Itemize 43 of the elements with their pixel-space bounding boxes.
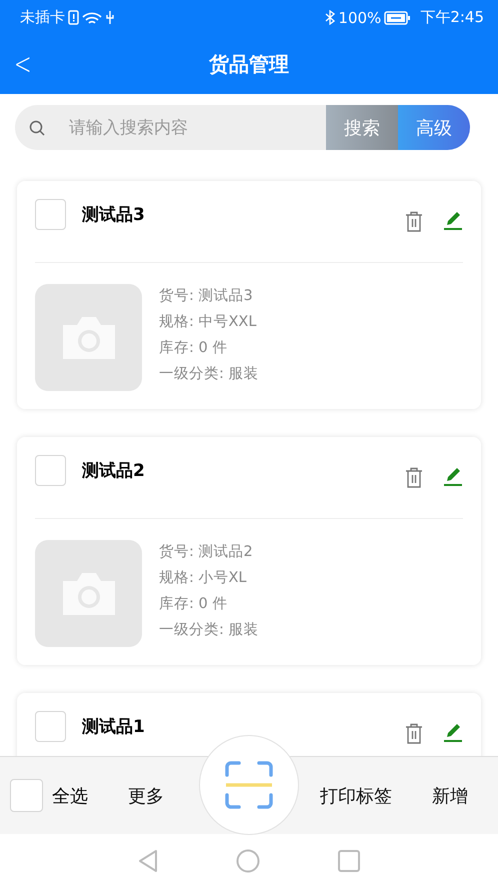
recents-nav-icon[interactable]	[338, 850, 360, 872]
trash-icon[interactable]	[405, 467, 423, 489]
item-detail: 规格: 小号XL	[159, 569, 248, 587]
print-label-button[interactable]: 打印标签	[320, 784, 392, 808]
search-icon	[29, 120, 45, 136]
item-detail: 规格: 中号XXL	[159, 313, 258, 331]
clock-text: 下午2:45	[420, 8, 484, 27]
item-name: 测试品1	[82, 716, 146, 738]
item-name: 测试品3	[82, 204, 146, 226]
add-button[interactable]: 新增	[432, 784, 468, 808]
edit-icon[interactable]	[443, 723, 463, 743]
back-button[interactable]: <	[0, 47, 42, 82]
usb-icon	[105, 10, 115, 25]
battery-text: 100%	[338, 8, 382, 26]
scan-icon	[225, 761, 273, 809]
select-all-label[interactable]: 全选	[52, 784, 88, 808]
item-detail: 一级分类: 服装	[159, 365, 258, 383]
trash-icon[interactable]	[405, 723, 423, 745]
checkbox[interactable]	[35, 199, 66, 230]
search-field[interactable]: 请输入搜索内容	[15, 105, 326, 150]
battery-icon	[384, 10, 412, 24]
bluetooth-icon	[325, 10, 336, 25]
wifi-icon	[82, 10, 102, 24]
advanced-search-button[interactable]: 高级	[398, 105, 470, 150]
edit-icon[interactable]	[443, 211, 463, 231]
item-detail: 货号: 测试品3	[159, 287, 254, 305]
item-detail: 一级分类: 服装	[159, 621, 258, 639]
carrier-text: 未插卡	[20, 8, 65, 27]
checkbox[interactable]	[35, 711, 66, 742]
item-detail: 库存: 0 件	[159, 338, 228, 357]
sim-icon	[68, 10, 79, 25]
checkbox[interactable]	[35, 455, 66, 486]
back-nav-icon[interactable]	[138, 848, 158, 872]
edit-icon[interactable]	[443, 467, 463, 487]
search-input[interactable]: 请输入搜索内容	[67, 116, 301, 138]
select-all-checkbox[interactable]	[10, 779, 43, 812]
home-nav-icon[interactable]	[236, 848, 260, 872]
item-detail: 货号: 测试品2	[159, 543, 254, 561]
trash-icon[interactable]	[405, 211, 423, 233]
more-button[interactable]: 更多	[128, 784, 164, 808]
page-title: 货品管理	[208, 51, 290, 78]
item-detail: 库存: 0 件	[159, 594, 228, 613]
item-name: 测试品2	[82, 460, 146, 482]
